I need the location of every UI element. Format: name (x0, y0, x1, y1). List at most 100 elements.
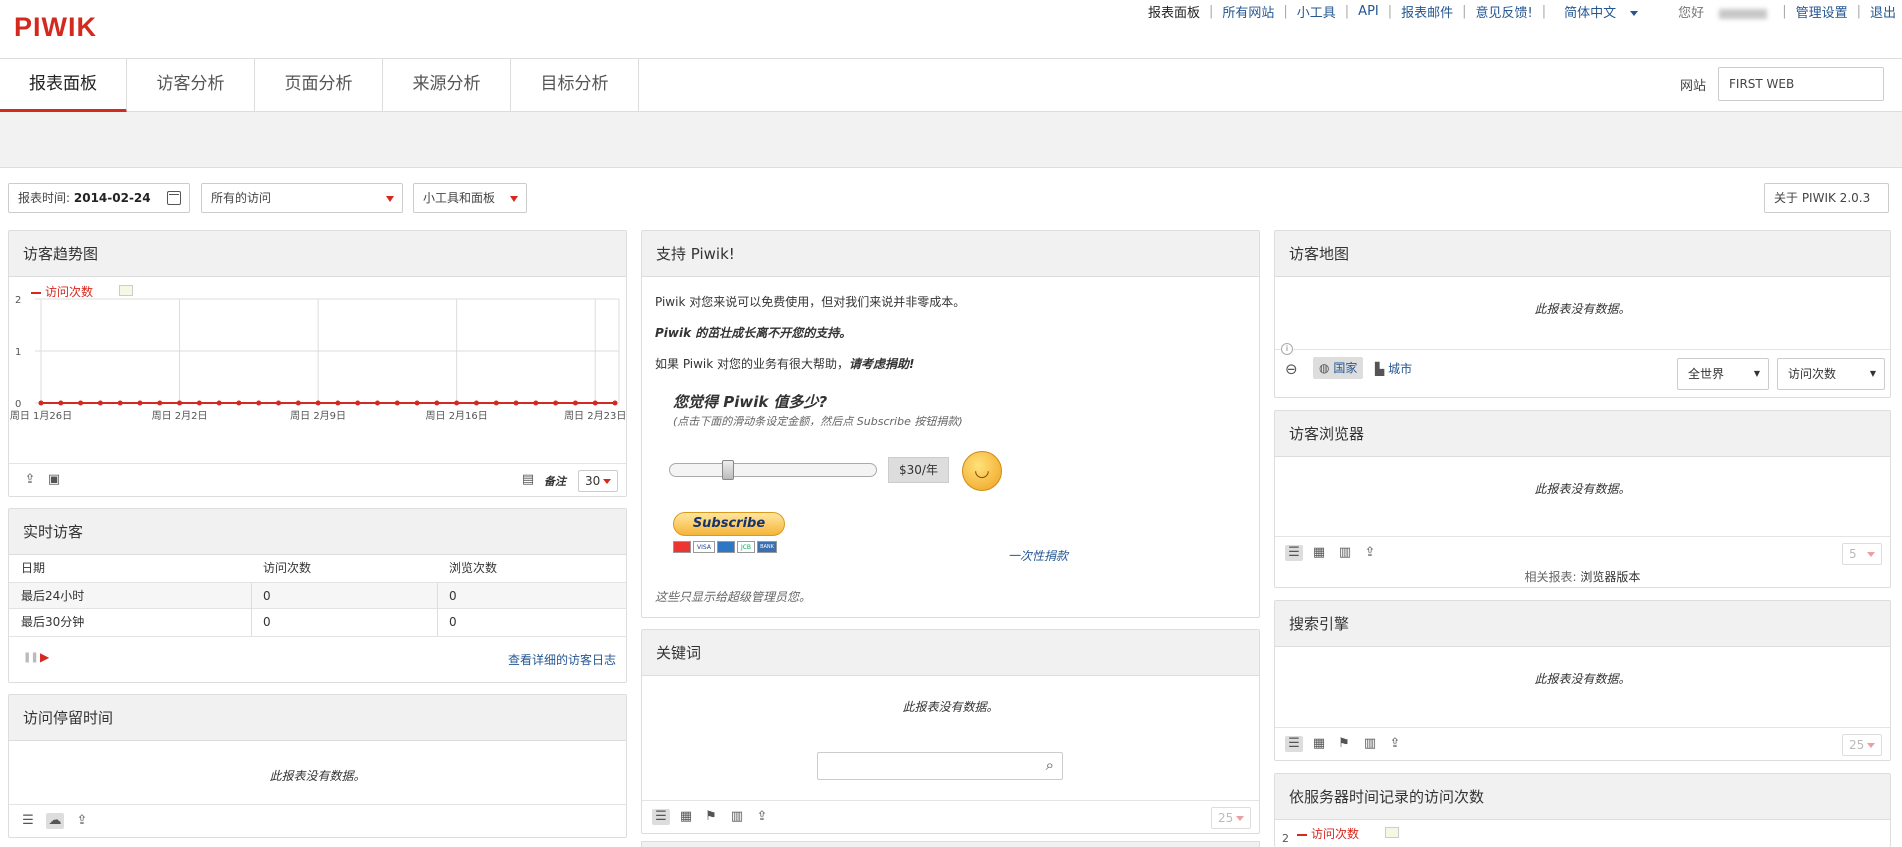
region-select[interactable]: 全世界 ▼ (1677, 358, 1769, 390)
widget-title[interactable]: 访客地图 (1275, 231, 1890, 277)
widget-title[interactable]: 访客浏览器 (1275, 411, 1890, 457)
table-cell: 最后30分钟 (21, 615, 85, 629)
support-text-3: 如果 Piwik 对您的业务有很大帮助，请考虑捐助! (655, 357, 915, 371)
table-view-icon[interactable]: ☰ (1285, 736, 1303, 752)
chevron-down-icon: ▼ (1753, 369, 1760, 378)
tab-actions[interactable]: 页面分析 (255, 59, 383, 111)
data-point (236, 400, 242, 406)
visitor-log-link[interactable]: 查看详细的访客日志 (508, 651, 616, 668)
x-axis-tick: 周日 2月9日 (290, 410, 346, 422)
toplink-all-websites[interactable]: 所有网站 (1213, 2, 1283, 21)
piwik-logo[interactable]: PIWIK (14, 12, 97, 43)
toplink-widgets[interactable]: 小工具 (1288, 2, 1345, 21)
annotations-icon[interactable]: ▤ (519, 472, 537, 488)
tab-goals[interactable]: 目标分析 (511, 59, 639, 111)
widget-footer: ☰ ☁ ⇪ (9, 804, 626, 837)
data-point (78, 400, 84, 406)
toplink-admin[interactable]: 管理设置 (1787, 2, 1857, 21)
bar-chart-icon[interactable]: ▥ (1336, 545, 1354, 561)
widget-title[interactable]: 支持 Piwik! (642, 231, 1259, 277)
widget-title[interactable]: 依服务器时间记录的访问次数 (1275, 774, 1890, 820)
table-cell: 0 (263, 615, 271, 629)
segment-selector[interactable]: 所有的访问 (201, 183, 403, 213)
subscribe-button[interactable]: Subscribe (673, 512, 785, 536)
image-export-icon[interactable]: ▣ (45, 472, 63, 488)
language-selector[interactable]: 简体中文 (1546, 2, 1647, 21)
donation-slider-track[interactable] (669, 460, 877, 480)
mastercard-icon (673, 541, 691, 553)
table-row: 最后30分钟 0 0 (9, 609, 626, 636)
data-point (137, 400, 143, 406)
one-time-donation-link[interactable]: 一次性捐款 (1008, 547, 1068, 564)
chevron-down-icon (510, 196, 518, 202)
chevron-down-icon: ▼ (1869, 369, 1876, 378)
period-selector[interactable]: 报表时间: 2014-02-24 (8, 183, 190, 213)
donation-slider-handle[interactable] (722, 460, 734, 480)
x-axis-tick: 周日 2月16日 (426, 410, 488, 422)
evolution-chart[interactable]: 2 1 0周日 1月26日 周日 2月2日 周日 2月9日 周日 2月16日 周日 2月23… (9, 293, 627, 463)
about-piwik-button[interactable]: 关于 PIWIK 2.0.3 (1764, 183, 1889, 213)
bar-chart-icon[interactable]: ▥ (728, 809, 746, 825)
toplink-email-reports[interactable]: 报表邮件 (1392, 2, 1462, 21)
search-icon[interactable]: ⌕ (1046, 756, 1054, 774)
map-mode-country[interactable]: ◍ 国家 (1313, 357, 1364, 379)
widget-title[interactable]: 搜索引擎 (1275, 601, 1890, 647)
info-icon[interactable]: i (1281, 343, 1293, 355)
toplink-logout[interactable]: 退出 (1861, 2, 1896, 21)
related-report-link[interactable]: 浏览器版本 (1580, 570, 1640, 584)
chart-legend-visits[interactable]: 访问次数 (1297, 825, 1359, 842)
site-selector[interactable]: FIRST WEB (1718, 67, 1884, 101)
goals-flag-icon[interactable]: ⚑ (702, 809, 720, 825)
y-axis-tick: 1 (15, 347, 21, 358)
tab-dashboard[interactable]: 报表面板 (0, 59, 127, 113)
dashboard-manager[interactable]: 小工具和面板 (413, 183, 527, 213)
goals-flag-icon[interactable]: ⚑ (1335, 736, 1353, 752)
play-icon[interactable]: ▶ (40, 650, 49, 664)
limit-selector[interactable]: 25 (1211, 807, 1251, 829)
map-mode-city[interactable]: ▙ 城市 (1375, 360, 1412, 377)
table-cell: 0 (263, 589, 271, 603)
widget-title[interactable]: 实时访客 (9, 509, 626, 555)
table-view-icon[interactable]: ☰ (652, 809, 670, 825)
toplink-api[interactable]: API (1349, 4, 1388, 19)
data-point (572, 400, 578, 406)
widget-visits-by-server-time: 依服务器时间记录的访问次数 访问次数 2 (1274, 773, 1891, 847)
data-point (513, 400, 519, 406)
data-point (473, 400, 479, 406)
widget-keywords: 关键词 此报表没有数据。 ⌕ ☰ ▦ ⚑ ▥ ⇪ 25 (641, 629, 1260, 834)
tab-visitors[interactable]: 访客分析 (127, 59, 255, 111)
annotation-legend-icon[interactable] (1385, 827, 1399, 838)
data-point (58, 400, 64, 406)
widget-title[interactable]: 访客趋势图 (9, 231, 626, 277)
bar-chart-icon[interactable]: ▥ (1361, 736, 1379, 752)
tab-referrers[interactable]: 来源分析 (383, 59, 511, 111)
limit-selector[interactable]: 5 (1842, 543, 1882, 565)
export-icon[interactable]: ⇪ (1361, 545, 1379, 561)
table-more-columns-icon[interactable]: ▦ (677, 809, 695, 825)
toplink-feedback[interactable]: 意见反馈! (1467, 2, 1542, 21)
widget-title[interactable]: 访问停留时间 (9, 695, 626, 741)
metric-select[interactable]: 访问次数 ▼ (1777, 358, 1885, 390)
annotations-label[interactable]: 备注 (544, 473, 566, 489)
toplink-dashboard[interactable]: 报表面板 (1139, 2, 1209, 21)
table-more-columns-icon[interactable]: ▦ (1310, 736, 1328, 752)
tag-cloud-icon[interactable]: ☁ (46, 813, 64, 829)
table-view-icon[interactable]: ☰ (1285, 545, 1303, 561)
limit-selector[interactable]: 25 (1842, 734, 1882, 756)
pause-icon[interactable]: ❚❚ (23, 652, 39, 663)
period-limit-selector[interactable]: 30 (578, 470, 618, 492)
keyword-search-input[interactable]: ⌕ (817, 752, 1063, 780)
table-more-columns-icon[interactable]: ▦ (1310, 545, 1328, 561)
no-data-message: 此报表没有数据。 (269, 769, 366, 783)
data-point (276, 400, 282, 406)
widget-visits-overview: 访客趋势图 访问次数 2 1 0 周日 1月26日 周日 2月2日 周日 2月9日 周日 2… (8, 230, 627, 497)
export-icon[interactable]: ⇪ (73, 813, 91, 829)
table-view-icon[interactable]: ☰ (19, 813, 37, 829)
y-axis-tick: 2 (15, 295, 21, 306)
chevron-down-icon (1236, 816, 1244, 821)
widget-title[interactable]: 关键词 (642, 630, 1259, 676)
export-icon[interactable]: ⇪ (1386, 736, 1404, 752)
export-icon[interactable]: ⇪ (753, 809, 771, 825)
zoom-out-icon[interactable]: ⊖ (1285, 360, 1298, 378)
export-icon[interactable]: ⇪ (21, 472, 39, 488)
